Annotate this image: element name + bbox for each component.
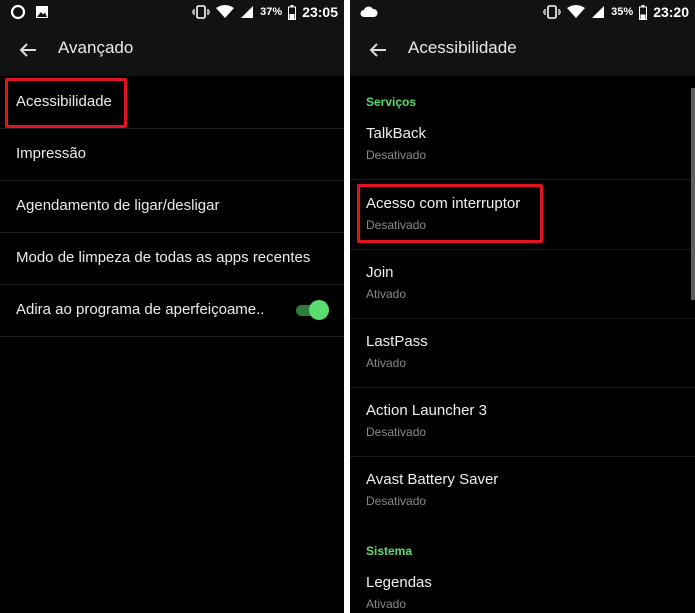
- battery-icon: [288, 4, 297, 20]
- signal-icon: [241, 6, 254, 18]
- service-item-action-launcher[interactable]: Action Launcher 3 Desativado: [350, 387, 695, 457]
- wifi-icon: [216, 5, 235, 18]
- menu-item-printing[interactable]: Impressão: [0, 128, 344, 181]
- menu-item-scheduled-power[interactable]: Agendamento de ligar/desligar: [0, 180, 344, 233]
- section-header-services: Serviços: [366, 95, 417, 109]
- service-item-join[interactable]: Join Ativado: [350, 249, 695, 319]
- service-status: Desativado: [366, 148, 427, 162]
- vibrate-icon: [543, 5, 562, 19]
- menu-item-improvement-program[interactable]: Adira ao programa de aperfeiçoame..: [0, 284, 344, 337]
- service-status: Ativado: [366, 287, 407, 301]
- service-item-lastpass[interactable]: LastPass Ativado: [350, 318, 695, 388]
- battery-percent: 37%: [260, 6, 283, 18]
- cloud-icon: [360, 6, 378, 17]
- vibrate-icon: [192, 5, 211, 19]
- system-title: Legendas: [366, 574, 432, 591]
- service-status: Desativado: [366, 494, 427, 508]
- service-item-talkback[interactable]: TalkBack Desativado: [350, 110, 695, 180]
- back-arrow-icon[interactable]: [16, 38, 40, 62]
- clock: 23:05: [302, 4, 338, 20]
- accessibility-screen: 35% 23:20 Acessibilidade Serviços TalkBa…: [350, 0, 695, 613]
- app-bar: Avançado: [0, 24, 344, 76]
- service-title: Action Launcher 3: [366, 402, 487, 419]
- improvement-program-toggle[interactable]: [296, 300, 329, 320]
- service-status: Ativado: [366, 356, 407, 370]
- system-item-captions[interactable]: Legendas Ativado: [350, 559, 695, 613]
- page-title: Acessibilidade: [408, 38, 517, 57]
- app-bar: Acessibilidade: [350, 24, 695, 76]
- service-title: LastPass: [366, 333, 428, 350]
- section-header-system: Sistema: [366, 544, 413, 558]
- page-title: Avançado: [58, 38, 134, 57]
- toggle-thumb: [309, 300, 329, 320]
- service-status: Desativado: [366, 425, 427, 439]
- menu-item-label: Agendamento de ligar/desligar: [16, 197, 220, 214]
- signal-icon: [592, 6, 605, 18]
- battery-percent: 35%: [611, 6, 634, 18]
- service-title: Avast Battery Saver: [366, 471, 499, 488]
- image-notification-icon: [36, 6, 48, 18]
- service-item-avast-battery-saver[interactable]: Avast Battery Saver Desativado: [350, 456, 695, 525]
- menu-item-label: Impressão: [16, 145, 87, 162]
- battery-icon: [639, 4, 648, 20]
- back-arrow-icon[interactable]: [366, 38, 390, 62]
- menu-item-recent-apps-cleanup[interactable]: Modo de limpeza de todas as apps recente…: [0, 232, 344, 285]
- status-bar: 35% 23:20: [350, 0, 695, 24]
- service-title: Join: [366, 264, 394, 281]
- ring-notification-icon: [10, 4, 26, 20]
- highlight-box: [357, 184, 543, 243]
- highlight-box: [5, 78, 127, 128]
- scrollbar[interactable]: [691, 88, 695, 300]
- system-status: Ativado: [366, 597, 407, 611]
- wifi-icon: [567, 5, 586, 18]
- advanced-settings-screen: 37% 23:05 Avançado Acessibilidade Impres…: [0, 0, 344, 613]
- status-bar: 37% 23:05: [0, 0, 344, 24]
- clock: 23:20: [653, 4, 689, 20]
- menu-item-label: Adira ao programa de aperfeiçoame..: [16, 301, 265, 318]
- service-title: TalkBack: [366, 125, 427, 142]
- menu-item-label: Modo de limpeza de todas as apps recente…: [16, 249, 311, 266]
